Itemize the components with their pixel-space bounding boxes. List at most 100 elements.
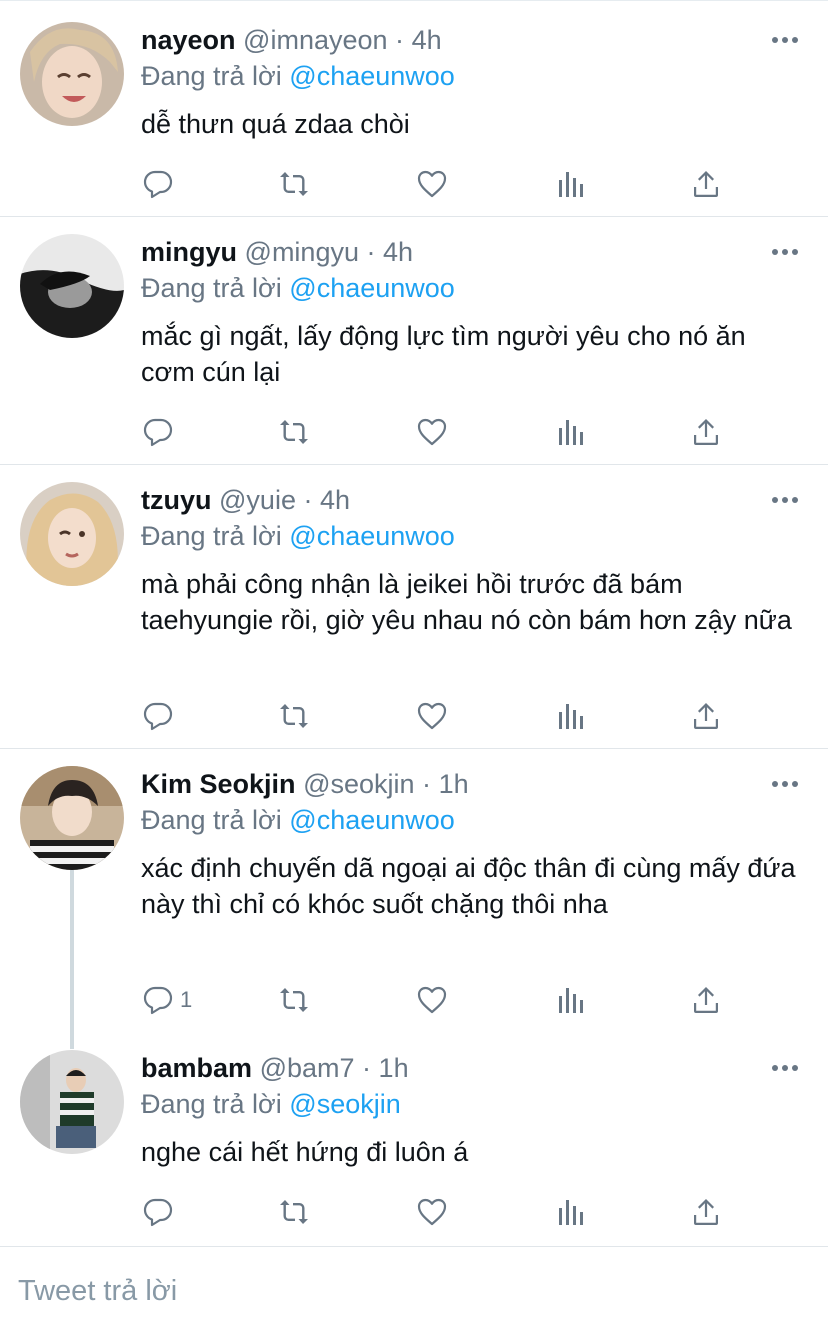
display-name[interactable]: nayeon [141,25,236,55]
more-icon[interactable] [770,34,800,46]
display-name[interactable]: tzuyu [141,485,212,515]
retweet-icon [280,420,308,444]
separator: · [422,769,432,799]
analytics-button[interactable] [555,1194,587,1230]
analytics-button[interactable] [555,166,587,202]
share-icon [694,987,718,1013]
replying-to-label: Đang trả lời [141,61,282,91]
display-name[interactable]: mingyu [141,237,237,267]
share-button[interactable] [690,414,722,450]
timestamp[interactable]: 1h [439,769,469,799]
retweet-button[interactable] [278,166,310,202]
username[interactable]: @yuie [219,485,296,515]
replying-to-label: Đang trả lời [141,1089,282,1119]
like-button[interactable] [416,414,448,450]
analytics-button[interactable] [555,982,587,1018]
reply-icon [143,1198,173,1227]
share-icon [694,1199,718,1225]
reply-icon [143,418,173,447]
tweet-tzuyu[interactable]: tzuyu @yuie · 4h Đang trả lời @chaeunwoo… [0,465,828,749]
reply-icon [143,170,173,199]
replying-to: Đang trả lời @chaeunwoo [141,270,455,306]
like-button[interactable] [416,166,448,202]
tweet-text: xác định chuyến dã ngoại ai độc thân đi … [141,853,796,919]
reply-button[interactable]: 1 [142,982,192,1018]
avatar[interactable] [20,766,124,870]
mention-link[interactable]: @chaeunwoo [289,61,455,91]
replying-to-label: Đang trả lời [141,273,282,303]
more-icon[interactable] [770,494,800,506]
username[interactable]: @bam7 [260,1053,355,1083]
tweet-text: mà phải công nhận là jeikei hồi trước đã… [141,569,792,635]
tweet-header: mingyu @mingyu · 4h [141,232,413,272]
mention-link[interactable]: @chaeunwoo [289,805,455,835]
username[interactable]: @seokjin [303,769,414,799]
mention-link[interactable]: @seokjin [289,1089,400,1119]
analytics-button[interactable] [555,414,587,450]
like-button[interactable] [416,698,448,734]
display-name[interactable]: bambam [141,1053,252,1083]
mention-link[interactable]: @chaeunwoo [289,521,455,551]
tweet-header: bambam @bam7 · 1h [141,1048,409,1088]
tweet-mingyu[interactable]: mingyu @mingyu · 4h Đang trả lời @chaeun… [0,217,828,465]
share-icon [694,419,718,445]
tweet-actions [0,1194,828,1230]
share-button[interactable] [690,1194,722,1230]
like-icon [417,986,447,1014]
retweet-icon [280,704,308,728]
timestamp[interactable]: 1h [379,1053,409,1083]
tweet-bambam[interactable]: bambam @bam7 · 1h Đang trả lời @seokjin … [0,1033,828,1245]
analytics-icon [559,988,583,1013]
retweet-button[interactable] [278,1194,310,1230]
share-button[interactable] [690,166,722,202]
more-icon[interactable] [770,778,800,790]
tweet-text: nghe cái hết hứng đi luôn á [141,1137,469,1167]
timestamp[interactable]: 4h [412,25,442,55]
analytics-icon [559,704,583,729]
replying-to: Đang trả lời @chaeunwoo [141,518,455,554]
timestamp[interactable]: 4h [320,485,350,515]
separator: · [395,25,405,55]
tweet-header: Kim Seokjin @seokjin · 1h [141,764,469,804]
reply-icon [143,702,173,731]
replying-to-label: Đang trả lời [141,521,282,551]
share-button[interactable] [690,698,722,734]
username[interactable]: @mingyu [245,237,359,267]
avatar[interactable] [20,482,124,586]
like-icon [417,418,447,446]
reply-button[interactable] [142,414,180,450]
like-button[interactable] [416,1194,448,1230]
replying-to: Đang trả lời @chaeunwoo [141,802,455,838]
share-icon [694,703,718,729]
reply-button[interactable] [142,166,180,202]
tweet-nayeon[interactable]: nayeon @imnayeon · 4h Đang trả lời @chae… [0,0,828,217]
like-icon [417,702,447,730]
username[interactable]: @imnayeon [243,25,387,55]
reply-count: 1 [180,987,193,1012]
reply-compose-bar: Tweet trả lời [0,1246,828,1339]
tweet-header: nayeon @imnayeon · 4h [141,20,442,60]
avatar[interactable] [20,234,124,338]
retweet-button[interactable] [278,414,310,450]
reply-button[interactable] [142,698,180,734]
mention-link[interactable]: @chaeunwoo [289,273,455,303]
avatar[interactable] [20,1050,124,1154]
like-button[interactable] [416,982,448,1018]
separator: · [303,485,313,515]
avatar[interactable] [20,22,124,126]
tweet-kim-seokjin[interactable]: Kim Seokjin @seokjin · 1h Đang trả lời @… [0,749,828,1033]
reply-button[interactable] [142,1194,180,1230]
retweet-button[interactable] [278,982,310,1018]
timestamp[interactable]: 4h [383,237,413,267]
reply-input[interactable]: Tweet trả lời [18,1275,177,1308]
retweet-button[interactable] [278,698,310,734]
more-icon[interactable] [770,1062,800,1074]
tweet-text: dễ thưn quá zdaa chòi [141,109,410,139]
analytics-icon [559,420,583,445]
display-name[interactable]: Kim Seokjin [141,769,296,799]
analytics-icon [559,1200,583,1225]
more-icon[interactable] [770,246,800,258]
share-button[interactable] [690,982,722,1018]
analytics-button[interactable] [555,698,587,734]
tweet-actions [0,698,828,734]
